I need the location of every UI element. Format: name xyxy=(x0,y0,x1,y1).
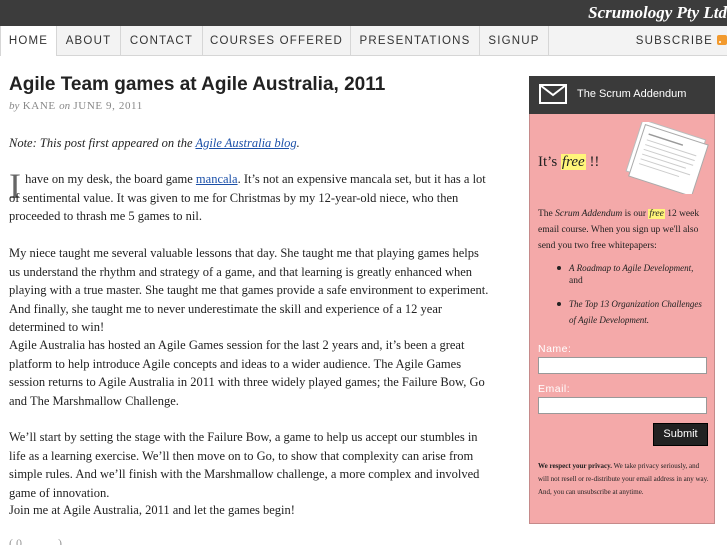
submit-button[interactable]: Submit xyxy=(653,423,708,446)
main-nav: HOME ABOUT CONTACT COURSES OFFERED PRESE… xyxy=(0,26,727,56)
desc-course-name: Scrum Addendum xyxy=(555,209,623,219)
name-input[interactable] xyxy=(538,357,707,374)
newsletter-header: The Scrum Addendum xyxy=(529,76,715,114)
privacy-bold: We respect your privacy. xyxy=(538,462,613,470)
subscribe-link[interactable]: SUBSCRIBE xyxy=(636,26,727,56)
email-label: Email: xyxy=(538,383,571,395)
note-text: Note: This post first appeared on the xyxy=(9,136,193,150)
post-byline: by KANE on JUNE 9, 2011 xyxy=(9,100,143,112)
newsletter-signup-box: It’s free !! The Scrum Addendum is our f… xyxy=(529,114,715,524)
name-label: Name: xyxy=(538,343,572,355)
post-paragraph-5: Join me at Agile Australia, 2011 and let… xyxy=(9,503,295,517)
whitepaper-list-2: The Top 13 Organization Challenges of Ag… xyxy=(538,296,710,328)
email-input[interactable] xyxy=(538,397,707,414)
comment-count[interactable]: ( 0 .......... ) xyxy=(9,536,62,545)
nav-home[interactable]: HOME xyxy=(0,26,57,56)
envelope-icon xyxy=(539,84,567,104)
newsletter-title: The Scrum Addendum xyxy=(577,88,687,100)
free-suffix: !! xyxy=(585,154,600,170)
free-highlight: free xyxy=(560,154,586,170)
post-paragraph-2: My niece taught me several valuable less… xyxy=(9,246,489,334)
post-paragraph-1: have on my desk, the board game mancala.… xyxy=(9,170,489,226)
nav-presentations[interactable]: PRESENTATIONS xyxy=(351,26,480,56)
mancala-link[interactable]: mancala xyxy=(196,172,238,186)
post-note: Note: This post first appeared on the Ag… xyxy=(9,134,489,153)
byline-by: by xyxy=(9,100,20,112)
p1-text-a: have on my desk, the board game xyxy=(22,172,196,186)
subscribe-label: SUBSCRIBE xyxy=(635,35,713,47)
post-title[interactable]: Agile Team games at Agile Australia, 201… xyxy=(9,74,385,96)
desc-part-1: The xyxy=(538,209,556,219)
nav-courses-offered[interactable]: COURSES OFFERED xyxy=(203,26,351,56)
post-author[interactable]: KANE xyxy=(23,100,56,112)
post-paragraph-3: Agile Australia has hosted an Agile Game… xyxy=(9,338,485,408)
whitepaper-item-1: A Roadmap to Agile Development, xyxy=(538,260,710,276)
newsletter-description: The Scrum Addendum is our free 12 week e… xyxy=(538,206,710,254)
rss-icon xyxy=(717,35,727,45)
desc-free-highlight: free xyxy=(648,209,665,219)
desc-part-2: is our xyxy=(622,209,649,219)
free-headline: It’s free !! xyxy=(538,154,599,171)
byline-on: on xyxy=(59,100,71,112)
nav-about[interactable]: ABOUT xyxy=(57,26,121,56)
whitepaper-item-2: The Top 13 Organization Challenges of Ag… xyxy=(538,296,710,328)
agile-australia-blog-link[interactable]: Agile Australia blog xyxy=(195,136,296,150)
whitepaper-list-1: A Roadmap to Agile Development, xyxy=(538,260,710,276)
post-date: JUNE 9, 2011 xyxy=(73,100,143,112)
privacy-notice: We respect your privacy. We take privacy… xyxy=(538,460,710,499)
top-bar: Scrumology Pty Ltd xyxy=(0,0,727,26)
whitepaper-document-icon xyxy=(625,122,709,194)
nav-signup[interactable]: SIGNUP xyxy=(480,26,549,56)
post-paragraph-4: We’ll start by setting the stage with th… xyxy=(9,430,480,500)
nav-contact[interactable]: CONTACT xyxy=(121,26,203,56)
whitepaper-and: and xyxy=(569,276,583,286)
free-prefix: It’s xyxy=(538,154,561,170)
site-brand[interactable]: Scrumology Pty Ltd xyxy=(588,3,727,23)
note-suffix: . xyxy=(296,136,300,150)
